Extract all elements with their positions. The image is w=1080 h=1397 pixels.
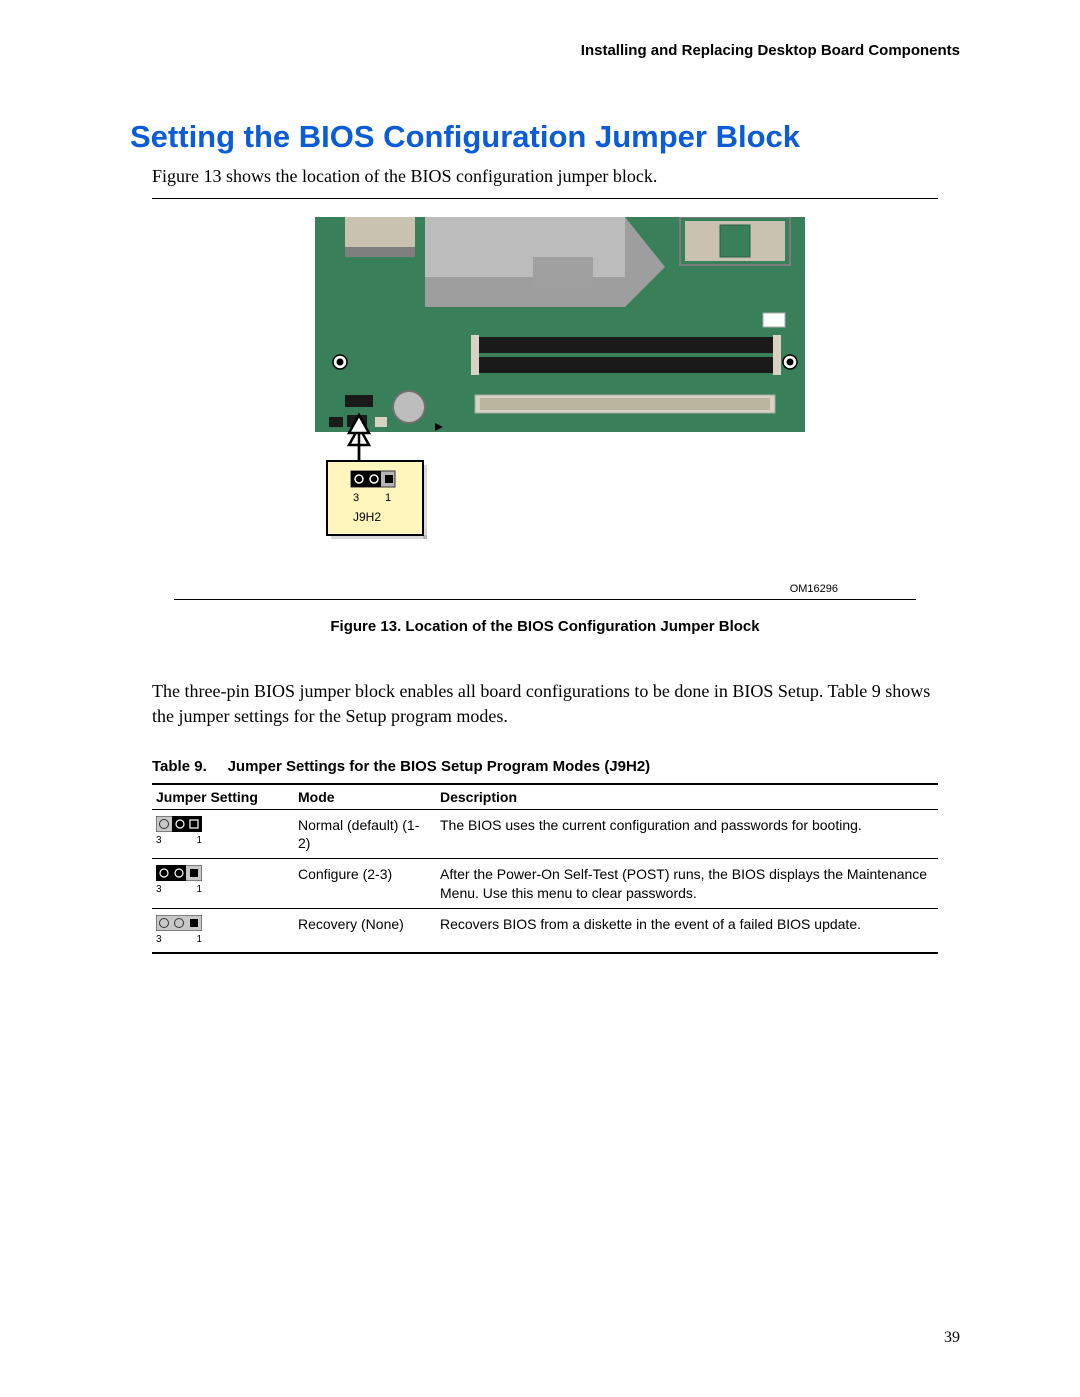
jumper-icon-recovery [156, 915, 202, 931]
callout-pin-left: 3 [353, 492, 359, 504]
intro-paragraph: Figure 13 shows the location of the BIOS… [152, 165, 938, 188]
table-row: 31 Configure (2-3) After the Power-On Se… [152, 859, 938, 908]
table-row: 31 Normal (default) (1-2) The BIOS uses … [152, 809, 938, 858]
desc-configure: After the Power-On Self-Test (POST) runs… [436, 859, 938, 908]
mode-configure: Configure (2-3) [294, 859, 436, 908]
jumper-setting-normal: 31 [152, 809, 294, 858]
jumper-setting-recovery: 31 [152, 908, 294, 953]
jumper-settings-table: Jumper Setting Mode Description 31 No [152, 783, 938, 954]
col-header-jumper: Jumper Setting [152, 784, 294, 810]
desc-normal: The BIOS uses the current configuration … [436, 809, 938, 858]
running-head: Installing and Replacing Desktop Board C… [130, 42, 960, 59]
jumper-icon-normal [156, 816, 202, 832]
figure-bottom-rule [174, 599, 916, 600]
table-caption-title: Jumper Settings for the BIOS Setup Progr… [228, 758, 651, 775]
body-paragraph: The three-pin BIOS jumper block enables … [152, 679, 938, 728]
figure-top-rule [152, 198, 938, 199]
figure-caption: Figure 13. Location of the BIOS Configur… [152, 618, 938, 635]
callout-jumper-id: J9H2 [353, 510, 381, 524]
col-header-mode: Mode [294, 784, 436, 810]
desc-recovery: Recovers BIOS from a diskette in the eve… [436, 908, 938, 953]
table-caption: Table 9. Jumper Settings for the BIOS Se… [152, 758, 938, 775]
table-header-row: Jumper Setting Mode Description [152, 784, 938, 810]
figure-om-number: OM16296 [152, 583, 838, 595]
section-heading: Setting the BIOS Configuration Jumper Bl… [130, 119, 960, 155]
mode-recovery: Recovery (None) [294, 908, 436, 953]
mode-normal: Normal (default) (1-2) [294, 809, 436, 858]
col-header-desc: Description [436, 784, 938, 810]
motherboard-diagram-icon: 3 1 J9H2 [285, 217, 805, 577]
table-row: 31 Recovery (None) Recovers BIOS from a … [152, 908, 938, 953]
jumper-setting-configure: 31 [152, 859, 294, 908]
table-caption-prefix: Table 9. [152, 758, 207, 775]
page-number: 39 [944, 1329, 960, 1347]
callout-pin-right: 1 [385, 492, 391, 504]
jumper-icon-configure [156, 865, 202, 881]
figure-13: 3 1 J9H2 OM16296 Figure 13. Location of … [152, 217, 938, 635]
